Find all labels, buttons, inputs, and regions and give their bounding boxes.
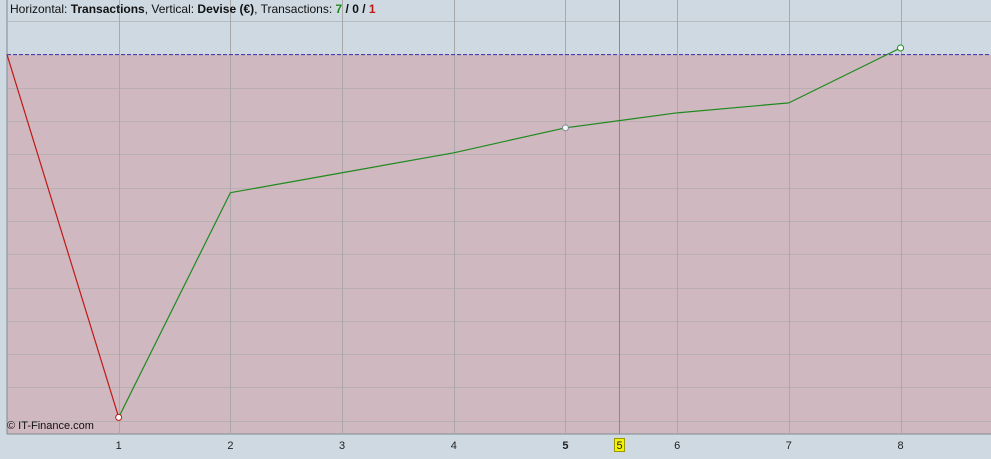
header-horizontal-prefix: Horizontal: — [10, 2, 71, 16]
x-tick-label-3: 3 — [339, 440, 345, 452]
header-transactions-prefix: , Transactions: — [254, 2, 336, 16]
data-point-8 — [897, 44, 905, 52]
header-vertical-value: Devise (€) — [197, 2, 255, 16]
header-sep-1: / — [342, 2, 353, 16]
chart-area-below-baseline — [7, 54, 991, 434]
data-point-5 — [561, 124, 569, 132]
x-tick-label-5: 5 — [562, 440, 568, 452]
x-tick-label-2: 2 — [227, 440, 233, 452]
header-vertical-prefix: , Vertical: — [144, 2, 198, 16]
header-losses-count: 1 — [368, 2, 376, 16]
x-tick-label-4: 4 — [451, 440, 457, 452]
x-tick-label-6: 6 — [674, 440, 680, 452]
data-point-1 — [115, 413, 123, 421]
chart-header: Horizontal: Transactions, Vertical: Devi… — [10, 2, 376, 16]
chart-canvas: 123456789 — [6, 0, 991, 452]
header-neutral-count: 0 — [352, 2, 359, 16]
equity-chart: 123456789 Horizontal: Transactions, Vert… — [0, 0, 991, 459]
header-sep-2: / — [358, 2, 369, 16]
x-tick-label-7: 7 — [786, 440, 792, 452]
x-tick-label-1: 1 — [116, 440, 122, 452]
x-tick-label-8: 8 — [897, 440, 903, 452]
crosshair-marker-label: 5 — [614, 438, 625, 452]
chart-area-above-baseline — [7, 13, 991, 55]
header-horizontal-value: Transactions — [70, 2, 145, 16]
copyright-label: © IT-Finance.com — [7, 420, 94, 432]
